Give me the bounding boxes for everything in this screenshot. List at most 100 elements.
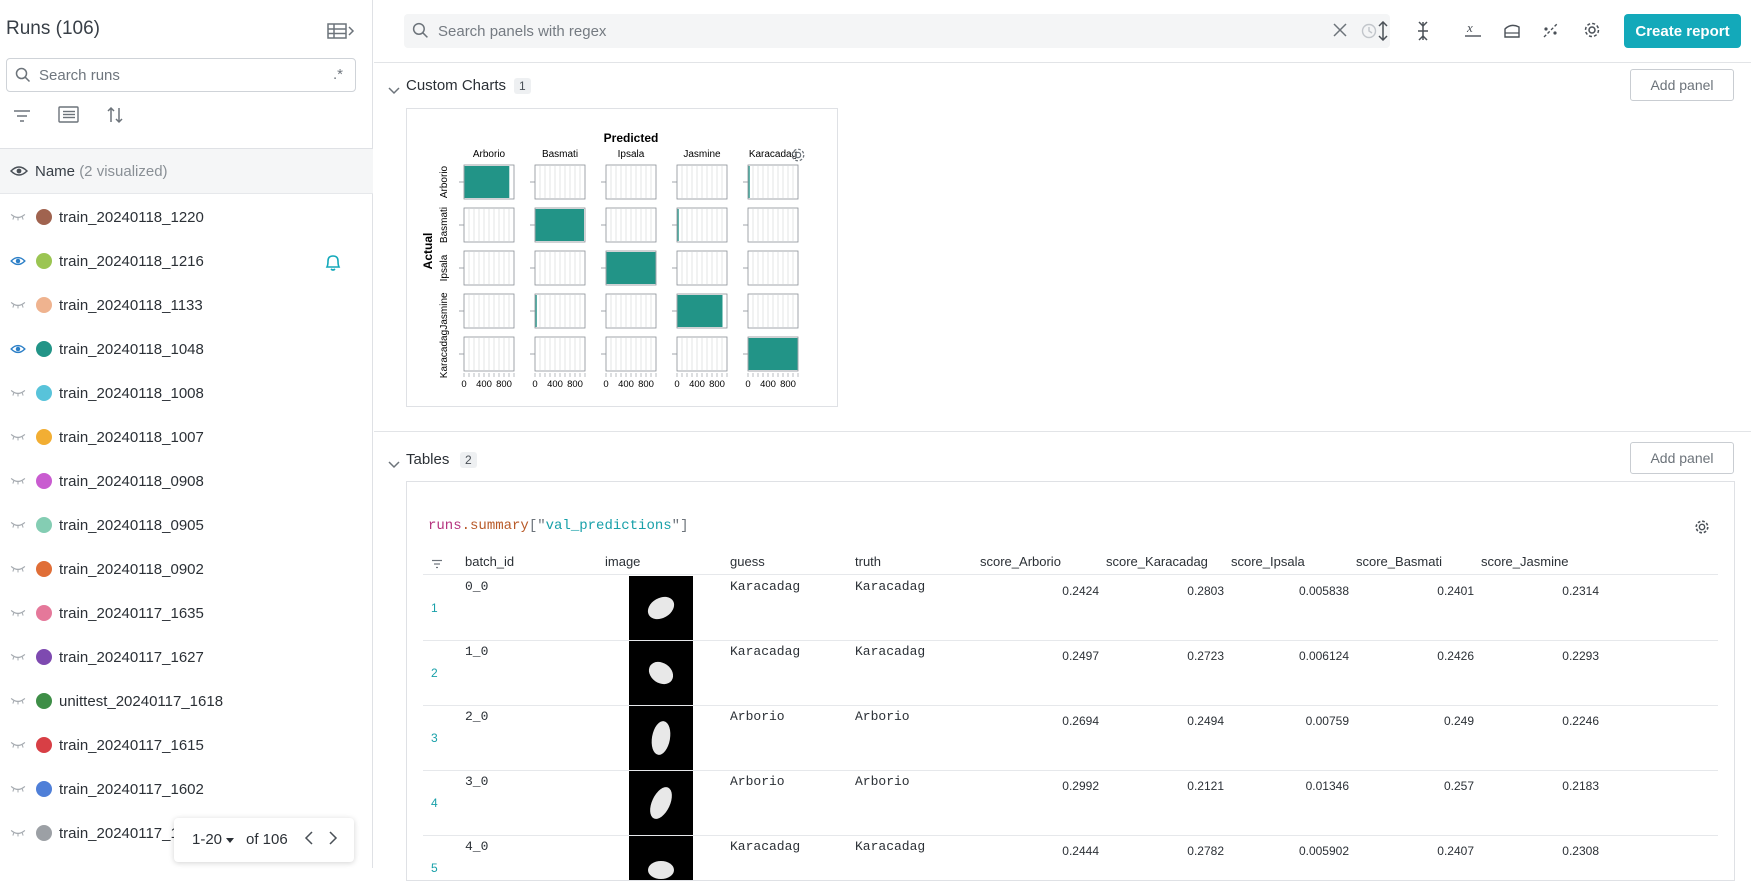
table-row[interactable]: 2 1_0 Karacadag Karacadag 0.2497 0.2723 0.0061… — [423, 641, 1718, 706]
run-row[interactable]: train_20240118_0905 — [0, 504, 372, 548]
eye-icon[interactable] — [9, 164, 29, 183]
eye-closed-icon[interactable] — [10, 738, 26, 756]
run-color-dot[interactable] — [36, 737, 52, 753]
table-row[interactable]: 1 0_0 Karacadag Karacadag 0.2424 0.2803 0.0058… — [423, 576, 1718, 641]
clear-icon[interactable] — [1333, 23, 1347, 42]
table-settings-gear-icon[interactable] — [1694, 519, 1710, 540]
table-row[interactable]: 3 2_0 Arborio Arborio 0.2694 0.2494 0.00759 0.2… — [423, 706, 1718, 771]
smoothing-icon[interactable] — [1503, 21, 1521, 44]
run-row[interactable]: train_20240118_1048 — [0, 328, 372, 372]
chart-settings-gear-icon[interactable] — [790, 147, 806, 168]
table-query[interactable]: runs.summary["val_predictions"] — [428, 518, 688, 534]
add-panel-button[interactable]: Add panel — [1630, 69, 1734, 101]
run-row[interactable]: train_20240118_0908 — [0, 460, 372, 504]
run-name[interactable]: train_20240118_0908 — [59, 473, 204, 490]
rice-grain-image[interactable] — [629, 641, 693, 705]
run-color-dot[interactable] — [36, 825, 52, 841]
eye-closed-icon[interactable] — [10, 518, 26, 536]
rice-grain-image[interactable] — [629, 836, 693, 880]
name-column-header[interactable]: Name (2 visualized) — [0, 148, 373, 194]
rice-grain-image[interactable] — [629, 706, 693, 770]
rice-grain-image[interactable] — [629, 576, 693, 640]
run-color-dot[interactable] — [36, 693, 52, 709]
create-report-button[interactable]: Create report — [1624, 14, 1741, 48]
run-color-dot[interactable] — [36, 781, 52, 797]
eye-closed-icon[interactable] — [10, 474, 26, 492]
regex-toggle[interactable]: .* — [333, 66, 343, 83]
eye-closed-icon[interactable] — [10, 826, 26, 844]
table-row[interactable]: 4 3_0 Arborio Arborio 0.2992 0.2121 0.01346 0.2… — [423, 771, 1718, 836]
expand-vertical-icon[interactable] — [1376, 20, 1390, 46]
eye-closed-icon[interactable] — [10, 562, 26, 580]
run-name[interactable]: unittest_20240117_1618 — [59, 693, 223, 710]
column-header[interactable]: image — [605, 554, 640, 569]
eye-closed-icon[interactable] — [10, 650, 26, 668]
run-row[interactable]: train_20240117_1627 — [0, 636, 372, 680]
run-name[interactable]: train_20240118_1133 — [59, 297, 203, 314]
eye-closed-icon[interactable] — [10, 210, 26, 228]
column-header[interactable]: score_Karacadag — [1106, 554, 1208, 569]
confusion-matrix-panel[interactable]: Predicted Actual Arborio Arborio Basmati Basm… — [406, 108, 838, 407]
run-color-dot[interactable] — [36, 561, 52, 577]
run-color-dot[interactable] — [36, 253, 52, 269]
section-title-custom-charts[interactable]: Custom Charts — [406, 77, 506, 94]
column-header[interactable]: score_Ipsala — [1231, 554, 1305, 569]
run-name[interactable]: train_20240117_1 — [59, 825, 179, 842]
group-icon[interactable] — [58, 106, 80, 129]
run-name[interactable]: train_20240118_0902 — [59, 561, 204, 578]
run-row[interactable]: train_20240117_1635 — [0, 592, 372, 636]
eye-icon[interactable] — [10, 254, 26, 272]
x-axis-icon[interactable]: x — [1464, 20, 1482, 44]
run-color-dot[interactable] — [36, 209, 52, 225]
column-header[interactable]: score_Basmati — [1356, 554, 1442, 569]
column-header[interactable]: batch_id — [465, 554, 514, 569]
column-header[interactable]: score_Arborio — [980, 554, 1061, 569]
history-icon[interactable] — [1361, 23, 1377, 44]
run-color-dot[interactable] — [36, 605, 52, 621]
eye-icon[interactable] — [10, 342, 26, 360]
chevron-down-icon[interactable] — [388, 82, 400, 100]
run-row[interactable]: train_20240118_0902 — [0, 548, 372, 592]
run-color-dot[interactable] — [36, 517, 52, 533]
collapse-vertical-icon[interactable] — [1416, 21, 1430, 46]
panel-search[interactable]: Search panels with regex — [404, 14, 1734, 48]
column-filter-icon[interactable] — [431, 556, 443, 574]
eye-closed-icon[interactable] — [10, 606, 26, 624]
run-name[interactable]: train_20240117_1627 — [59, 649, 204, 666]
run-name[interactable]: train_20240118_1007 — [59, 429, 204, 446]
eye-closed-icon[interactable] — [10, 386, 26, 404]
run-name[interactable]: train_20240118_1048 — [59, 341, 204, 358]
run-name[interactable]: train_20240117_1602 — [59, 781, 204, 798]
gear-icon[interactable] — [1583, 21, 1601, 44]
filter-icon[interactable] — [12, 108, 32, 129]
bell-icon[interactable] — [323, 252, 343, 277]
run-row[interactable]: train_20240117_1615 — [0, 724, 372, 768]
run-color-dot[interactable] — [36, 429, 52, 445]
rice-grain-image[interactable] — [629, 771, 693, 835]
table-panel[interactable]: runs.summary["val_predictions"] batch_id… — [406, 481, 1735, 881]
run-row[interactable]: train_20240118_1220 — [0, 196, 372, 240]
eye-closed-icon[interactable] — [10, 298, 26, 316]
chevron-right-icon[interactable] — [328, 831, 338, 850]
column-header[interactable]: guess — [730, 554, 765, 569]
column-header[interactable]: truth — [855, 554, 881, 569]
run-name[interactable]: train_20240117_1615 — [59, 737, 204, 754]
table-view-icon[interactable] — [327, 20, 357, 42]
run-color-dot[interactable] — [36, 649, 52, 665]
run-name[interactable]: train_20240118_0905 — [59, 517, 204, 534]
run-row[interactable]: train_20240118_1008 — [0, 372, 372, 416]
column-header[interactable]: score_Jasmine — [1481, 554, 1568, 569]
run-row[interactable]: train_20240118_1007 — [0, 416, 372, 460]
table-row[interactable]: 5 4_0 Karacadag Karacadag 0.2444 0.2782 0.0059… — [423, 836, 1718, 880]
section-title-tables[interactable]: Tables — [406, 451, 449, 468]
runs-search[interactable]: Search runs .* — [6, 58, 356, 92]
eye-closed-icon[interactable] — [10, 782, 26, 800]
run-row[interactable]: train_20240117_1602 — [0, 768, 372, 812]
run-color-dot[interactable] — [36, 473, 52, 489]
run-name[interactable]: train_20240118_1216 — [59, 253, 204, 270]
run-row[interactable]: train_20240118_1133 — [0, 284, 372, 328]
sort-icon[interactable] — [106, 106, 124, 129]
eye-closed-icon[interactable] — [10, 430, 26, 448]
add-panel-button[interactable]: Add panel — [1630, 442, 1734, 474]
outliers-icon[interactable] — [1542, 21, 1560, 44]
